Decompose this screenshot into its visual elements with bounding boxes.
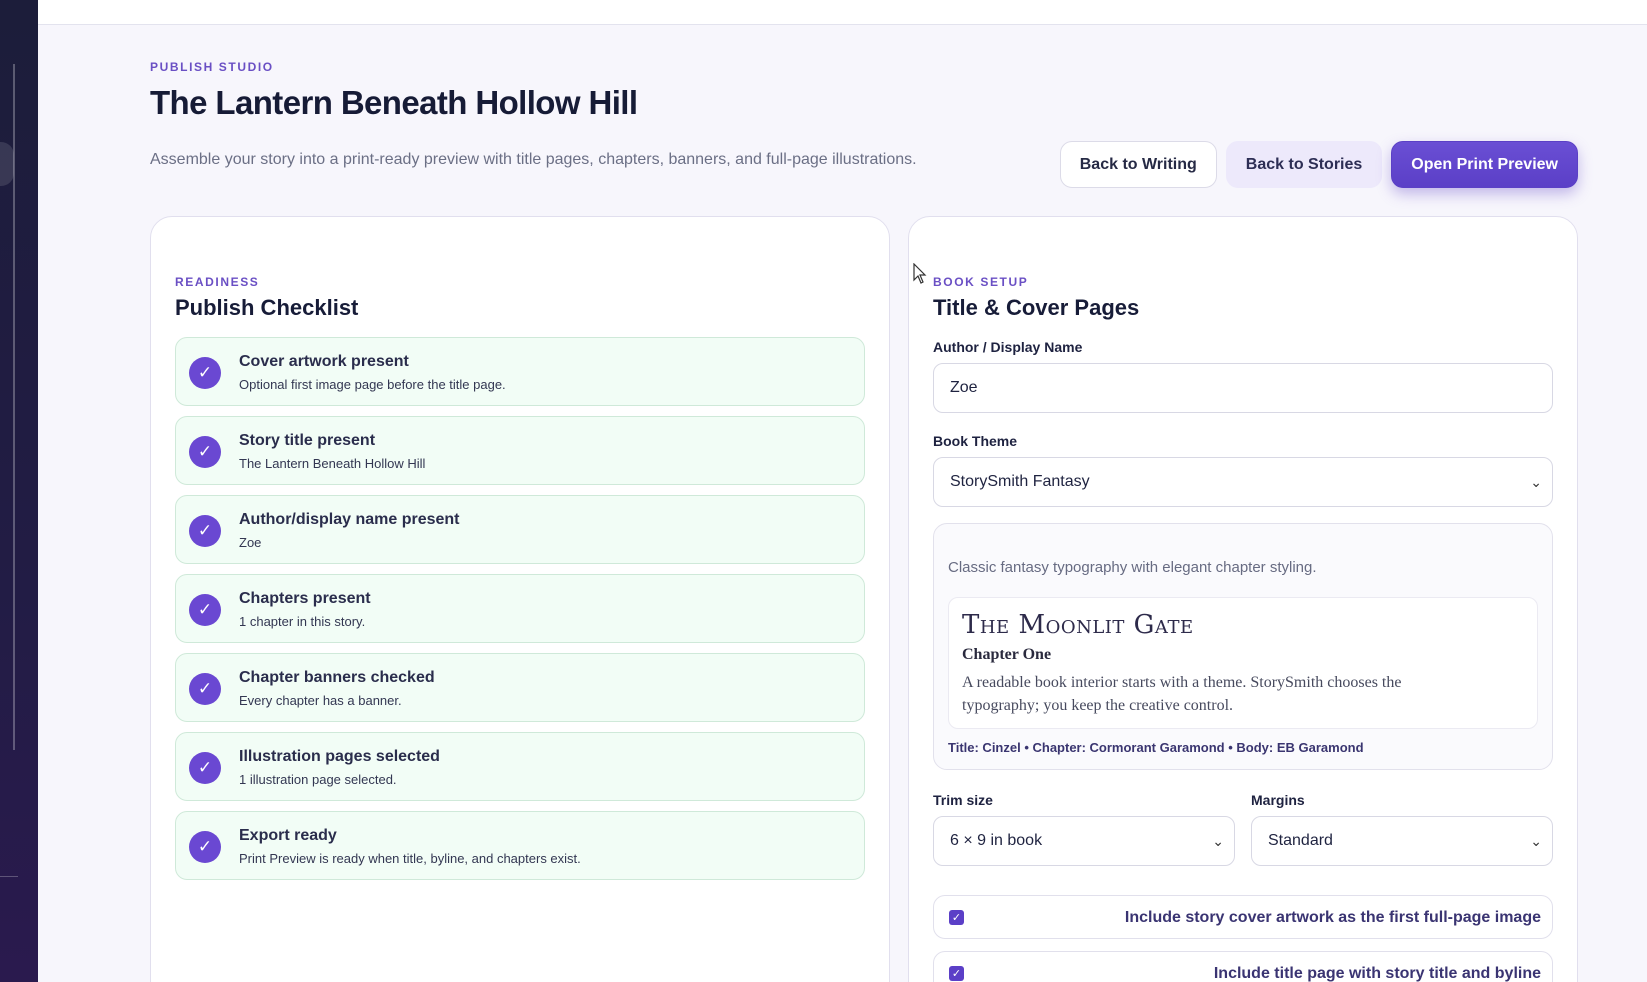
chevron-down-icon: ⌄ <box>1212 833 1224 849</box>
header-actions: Back to Writing Back to Stories Open Pri… <box>1059 141 1578 188</box>
toggle-label: Include title page with story title and … <box>1213 965 1541 982</box>
theme-label: Book Theme <box>933 433 1018 449</box>
checklist-item-cover-artwork: ✓ Cover artwork present Optional first i… <box>175 337 865 406</box>
sample-chapter: Chapter One <box>962 646 1052 663</box>
trim-select-value: 6 × 9 in book <box>950 832 1043 849</box>
checklist-item-title: Chapters present <box>239 590 371 607</box>
check-icon: ✓ <box>189 752 221 784</box>
theme-font-list: Title: Cinzel • Chapter: Cormorant Garam… <box>948 740 1364 755</box>
checklist-item-illustrations: ✓ Illustration pages selected 1 illustra… <box>175 732 865 801</box>
checklist-item-title: Export ready <box>239 827 337 844</box>
author-label: Author / Display Name <box>933 339 1083 355</box>
checklist-item-desc: Print Preview is ready when title, bylin… <box>239 851 581 866</box>
check-icon: ✓ <box>189 594 221 626</box>
chevron-down-icon: ⌄ <box>1530 474 1542 490</box>
theme-description: Classic fantasy typography with elegant … <box>948 559 1317 576</box>
sample-body: A readable book interior starts with a t… <box>962 674 1402 714</box>
theme-preview-box: Classic fantasy typography with elegant … <box>933 523 1553 770</box>
page-title: The Lantern Beneath Hollow Hill <box>150 84 638 121</box>
check-icon: ✓ <box>189 673 221 705</box>
check-icon: ✓ <box>189 357 221 389</box>
checklist-item-desc: 1 chapter in this story. <box>239 614 366 629</box>
setup-eyebrow: BOOK SETUP <box>933 275 1029 289</box>
mouse-cursor-icon <box>913 263 927 284</box>
checklist-item-desc: Every chapter has a banner. <box>239 693 402 708</box>
checklist-item-desc: Zoe <box>239 535 262 550</box>
checklist-item-chapters: ✓ Chapters present 1 chapter in this sto… <box>175 574 865 643</box>
margins-label: Margins <box>1251 792 1305 808</box>
checklist-item-banners: ✓ Chapter banners checked Every chapter … <box>175 653 865 722</box>
checklist-item-title: Cover artwork present <box>239 353 409 370</box>
checklist-item-story-title: ✓ Story title present The Lantern Beneat… <box>175 416 865 485</box>
check-icon: ✓ <box>189 831 221 863</box>
trim-label: Trim size <box>933 792 993 808</box>
back-to-stories-button[interactable]: Back to Stories <box>1225 141 1383 188</box>
checklist-item-title: Story title present <box>239 432 376 449</box>
checklist-item-title: Chapter banners checked <box>239 669 435 686</box>
open-print-preview-button[interactable]: Open Print Preview <box>1391 141 1578 188</box>
checkbox-title-page[interactable]: ✓ <box>949 966 964 981</box>
checklist-item-author: ✓ Author/display name present Zoe <box>175 495 865 564</box>
back-to-writing-button[interactable]: Back to Writing <box>1059 141 1217 188</box>
book-setup-card: BOOK SETUP Title & Cover Pages Author / … <box>908 216 1578 982</box>
theme-sample: The Moonlit Gate Chapter One A readable … <box>948 597 1538 729</box>
app-sidebar <box>0 0 38 982</box>
checklist-item-desc: 1 illustration page selected. <box>239 772 397 787</box>
sidebar-toggle-handle[interactable] <box>0 142 14 186</box>
checklist-title: Publish Checklist <box>175 295 359 320</box>
checklist-item-title: Author/display name present <box>239 511 460 528</box>
sidebar-divider <box>0 876 18 877</box>
trim-select[interactable]: 6 × 9 in book ⌄ <box>933 816 1235 866</box>
toggle-label: Include story cover artwork as the first… <box>1124 909 1541 926</box>
checklist-item-export: ✓ Export ready Print Preview is ready wh… <box>175 811 865 880</box>
theme-select[interactable]: StorySmith Fantasy ⌄ <box>933 457 1553 507</box>
check-icon: ✓ <box>189 515 221 547</box>
toggle-cover-artwork[interactable]: ✓ Include story cover artwork as the fir… <box>933 895 1553 939</box>
chevron-down-icon: ⌄ <box>1530 833 1542 849</box>
toggle-title-page[interactable]: ✓ Include title page with story title an… <box>933 951 1553 982</box>
checklist-item-title: Illustration pages selected <box>239 748 440 765</box>
checklist-item-desc: The Lantern Beneath Hollow Hill <box>239 456 426 471</box>
page-subtitle: Assemble your story into a print-ready p… <box>150 151 917 168</box>
checkbox-cover-artwork[interactable]: ✓ <box>949 910 964 925</box>
check-icon: ✓ <box>189 436 221 468</box>
theme-select-value: StorySmith Fantasy <box>950 473 1090 490</box>
checklist-item-desc: Optional first image page before the tit… <box>239 377 506 392</box>
checklist: ✓ Cover artwork present Optional first i… <box>175 337 865 890</box>
publish-checklist-card: READINESS Publish Checklist ✓ Cover artw… <box>150 216 890 982</box>
checklist-eyebrow: READINESS <box>175 275 260 289</box>
author-input[interactable]: Zoe <box>933 363 1553 413</box>
margins-select-value: Standard <box>1268 832 1333 849</box>
page-eyebrow: PUBLISH STUDIO <box>150 60 274 74</box>
margins-select[interactable]: Standard ⌄ <box>1251 816 1553 866</box>
setup-title: Title & Cover Pages <box>933 295 1140 320</box>
sample-title: The Moonlit Gate <box>962 610 1194 640</box>
top-bar <box>38 0 1647 25</box>
